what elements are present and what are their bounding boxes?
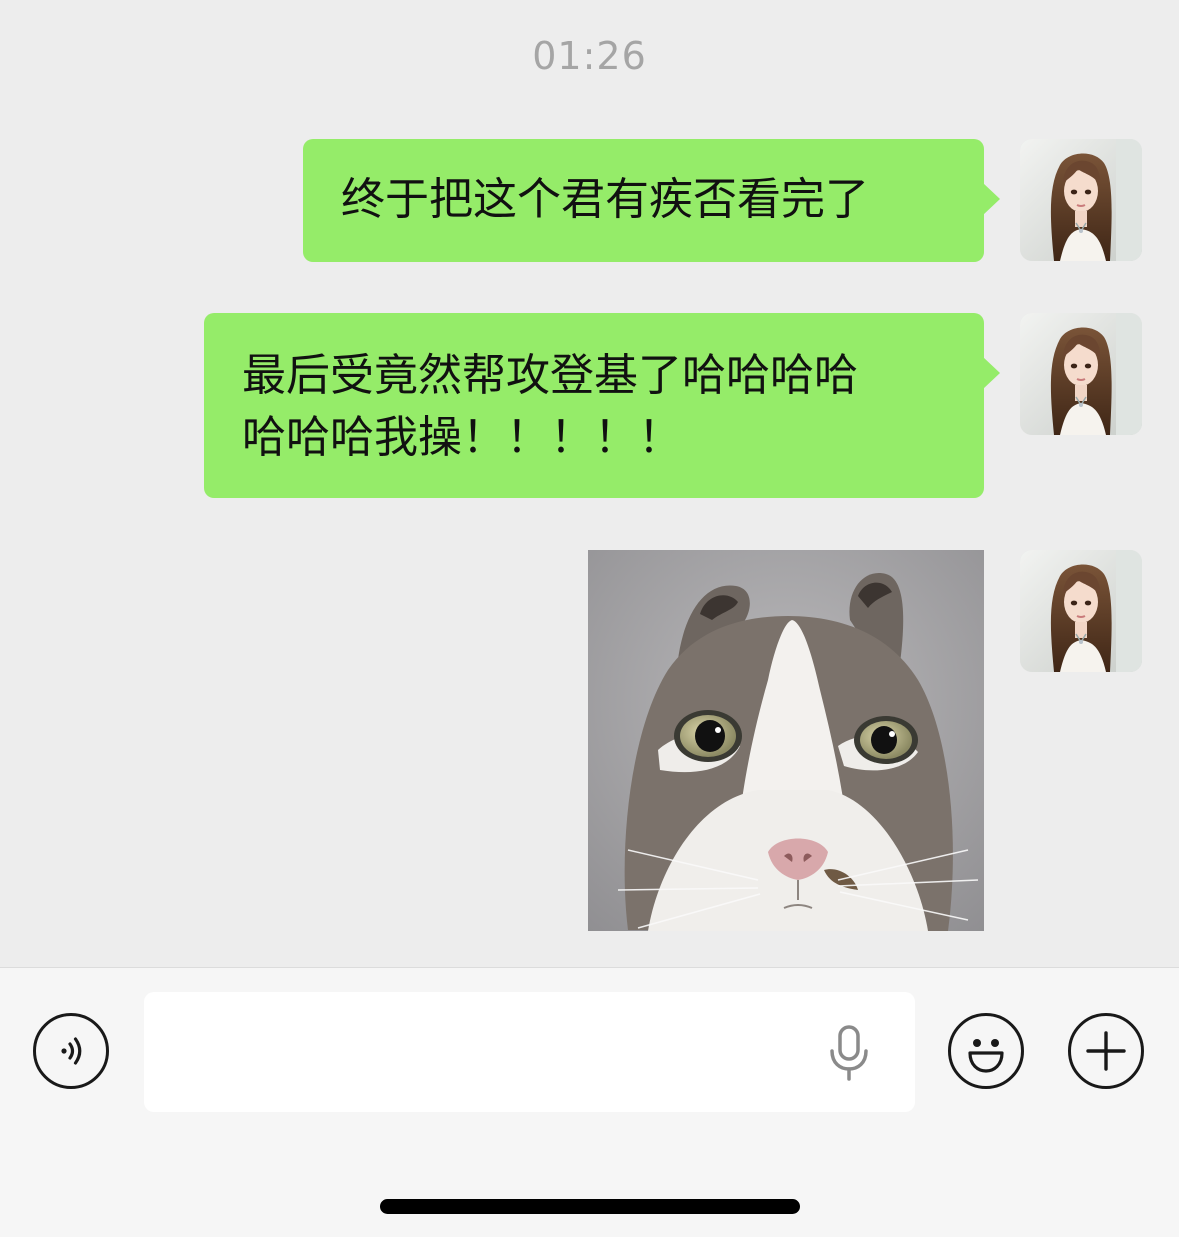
chat-message-area[interactable]: 01:26 终于把这个君有疾否看完了 最后受竟然帮攻登基了哈哈哈哈 哈哈哈我操！… — [0, 0, 1179, 967]
plus-icon — [1086, 1031, 1126, 1071]
message-text: 终于把这个君有疾否看完了 — [341, 174, 869, 225]
outgoing-text-message[interactable]: 终于把这个君有疾否看完了 — [303, 139, 1000, 262]
user-avatar-icon[interactable] — [1020, 550, 1142, 672]
message-input-bar — [0, 967, 1179, 1237]
voice-toggle-button[interactable] — [33, 1013, 109, 1089]
outgoing-text-message[interactable]: 最后受竟然帮攻登基了哈哈哈哈 哈哈哈我操！！！！！ — [204, 313, 1000, 498]
message-text: 最后受竟然帮攻登基了哈哈哈哈 哈哈哈我操！！！！！ — [242, 350, 858, 463]
message-text-input[interactable] — [144, 992, 915, 1112]
more-actions-button[interactable] — [1068, 1013, 1144, 1089]
emoji-smile-icon — [968, 1039, 1004, 1073]
cat-photo-message[interactable] — [588, 550, 984, 931]
user-avatar-icon[interactable] — [1020, 313, 1142, 435]
message-timestamp: 01:26 — [532, 34, 647, 78]
user-avatar-icon[interactable] — [1020, 139, 1142, 261]
voice-wave-icon — [61, 1037, 82, 1065]
microphone-icon[interactable] — [826, 1025, 872, 1081]
home-indicator[interactable] — [380, 1199, 800, 1214]
emoji-button[interactable] — [948, 1013, 1024, 1089]
